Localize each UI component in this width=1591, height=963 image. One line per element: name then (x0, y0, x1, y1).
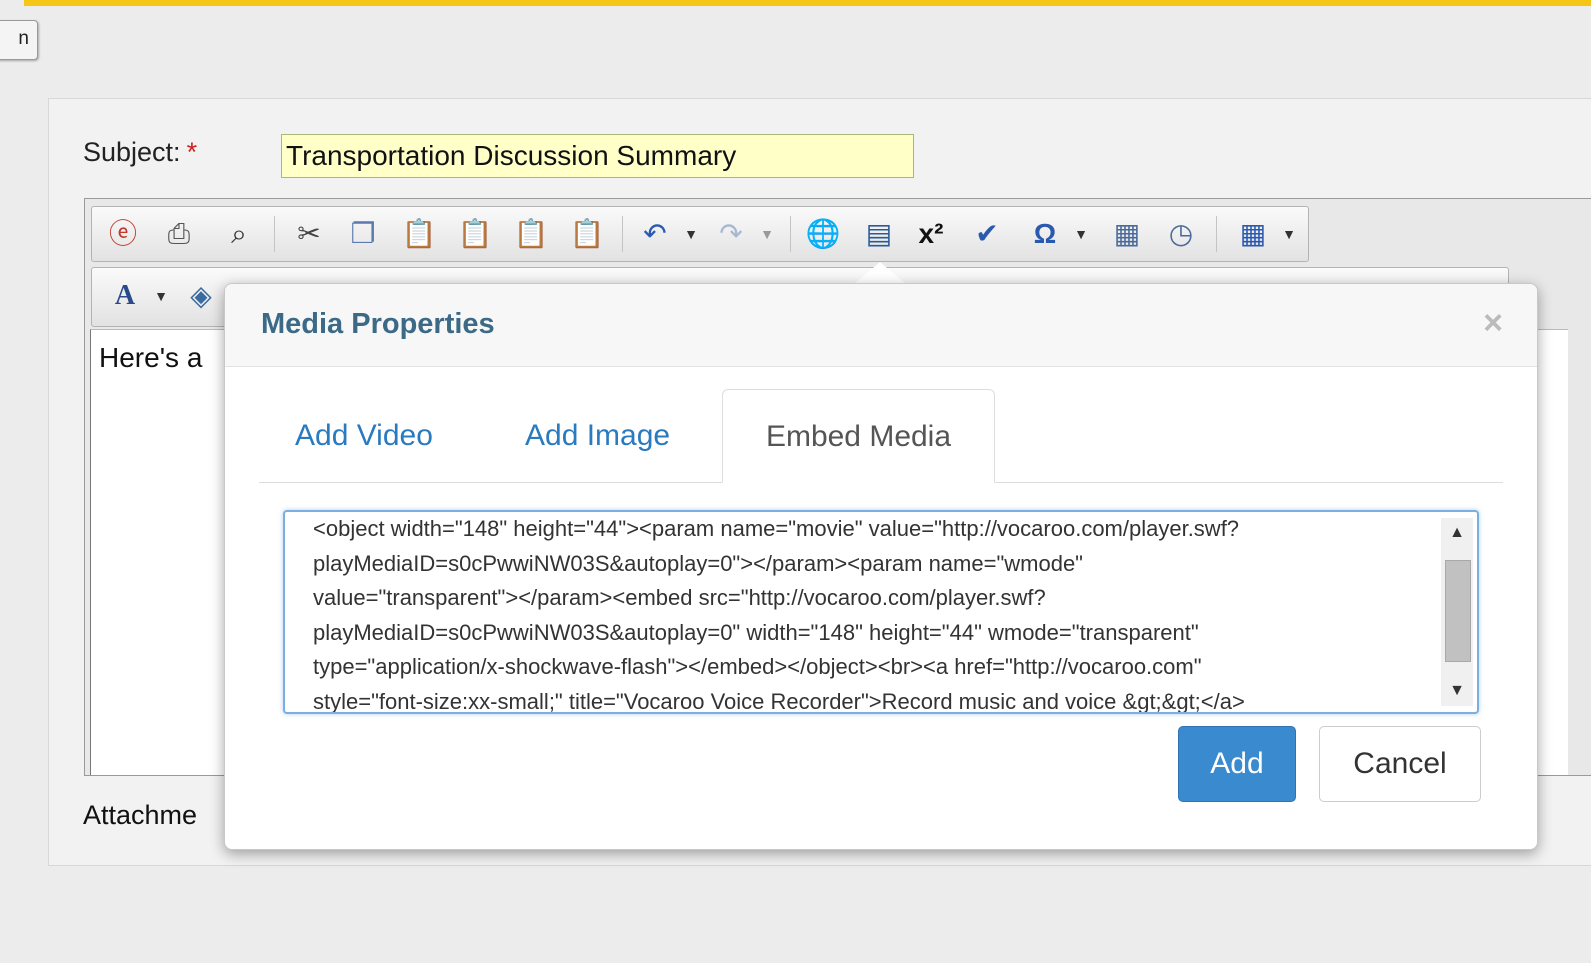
close-icon[interactable]: × (1483, 306, 1503, 340)
scroll-down-arrow-icon[interactable]: ▼ (1441, 676, 1473, 706)
subject-input[interactable]: Transportation Discussion Summary (281, 134, 914, 178)
special-character-dropdown-icon[interactable]: ▼ (1062, 210, 1100, 258)
embed-code-text: <object width="148" height="44"><param n… (313, 516, 1245, 712)
required-marker: * (186, 137, 198, 167)
tab-add-video[interactable]: Add Video (295, 389, 433, 483)
toolbar-separator (622, 216, 623, 252)
dialog-header: Media Properties × (225, 284, 1537, 367)
editor-text: Here's a (99, 342, 203, 373)
background-color-icon[interactable]: ◈ (182, 272, 220, 320)
toolbar-separator (1216, 216, 1217, 252)
cancel-button[interactable]: Cancel (1319, 726, 1481, 802)
scroll-up-arrow-icon[interactable]: ▲ (1441, 518, 1473, 548)
subject-label: Subject: * (83, 137, 198, 167)
tab-add-image[interactable]: Add Image (525, 389, 670, 483)
scroll-thumb[interactable] (1445, 560, 1471, 662)
time-icon[interactable]: ◷ (1162, 210, 1200, 258)
attachments-label: Attachme (83, 800, 198, 830)
toolbar-separator (274, 216, 275, 252)
cut-icon[interactable]: ✂ (290, 210, 328, 258)
print-icon[interactable]: ⎙ (160, 210, 198, 258)
media-icon[interactable]: ▤ (860, 210, 898, 258)
tab-embed-media[interactable]: Embed Media (722, 389, 995, 483)
undo-icon[interactable]: ↶ (636, 210, 674, 258)
paste-text-icon[interactable]: 📋 (456, 210, 494, 258)
textarea-scrollbar[interactable]: ▲ ▼ (1441, 518, 1473, 706)
redo-dropdown-icon[interactable]: ▼ (748, 210, 786, 258)
toolbar-separator (790, 216, 791, 252)
font-color-dropdown-icon[interactable]: ▼ (142, 272, 180, 320)
dialog-title: Media Properties (261, 308, 495, 340)
superscript-icon[interactable]: x² (912, 210, 950, 258)
link-icon[interactable]: 🌐 (804, 210, 842, 258)
table-icon[interactable]: ▦ (1234, 210, 1272, 258)
dialog-pointer (854, 262, 906, 284)
paste-icon[interactable]: 📋 (400, 210, 438, 258)
paste-special-icon[interactable]: 📋 (568, 210, 606, 258)
paste-word-icon[interactable]: 📋 (512, 210, 550, 258)
special-character-icon[interactable]: Ω (1026, 210, 1064, 258)
undo-dropdown-icon[interactable]: ▼ (672, 210, 710, 258)
media-properties-dialog: Media Properties × Add Video Add Image E… (224, 283, 1538, 850)
copy-icon[interactable]: ❐ (344, 210, 382, 258)
embed-code-textarea[interactable]: <object width="148" height="44"><param n… (283, 510, 1479, 714)
find-icon[interactable]: ⌕ (220, 210, 258, 258)
add-button[interactable]: Add (1178, 726, 1296, 802)
page-break-icon[interactable]: ▦ (1108, 210, 1146, 258)
top-accent-bar (24, 0, 1591, 6)
font-color-icon[interactable]: A (106, 272, 144, 320)
table-dropdown-icon[interactable]: ▼ (1270, 210, 1308, 258)
spellcheck-icon[interactable]: ✔ (968, 210, 1006, 258)
edit-icon[interactable]: ⓔ (104, 210, 142, 258)
redo-icon[interactable]: ↷ (712, 210, 750, 258)
partial-button[interactable]: n (0, 20, 38, 60)
